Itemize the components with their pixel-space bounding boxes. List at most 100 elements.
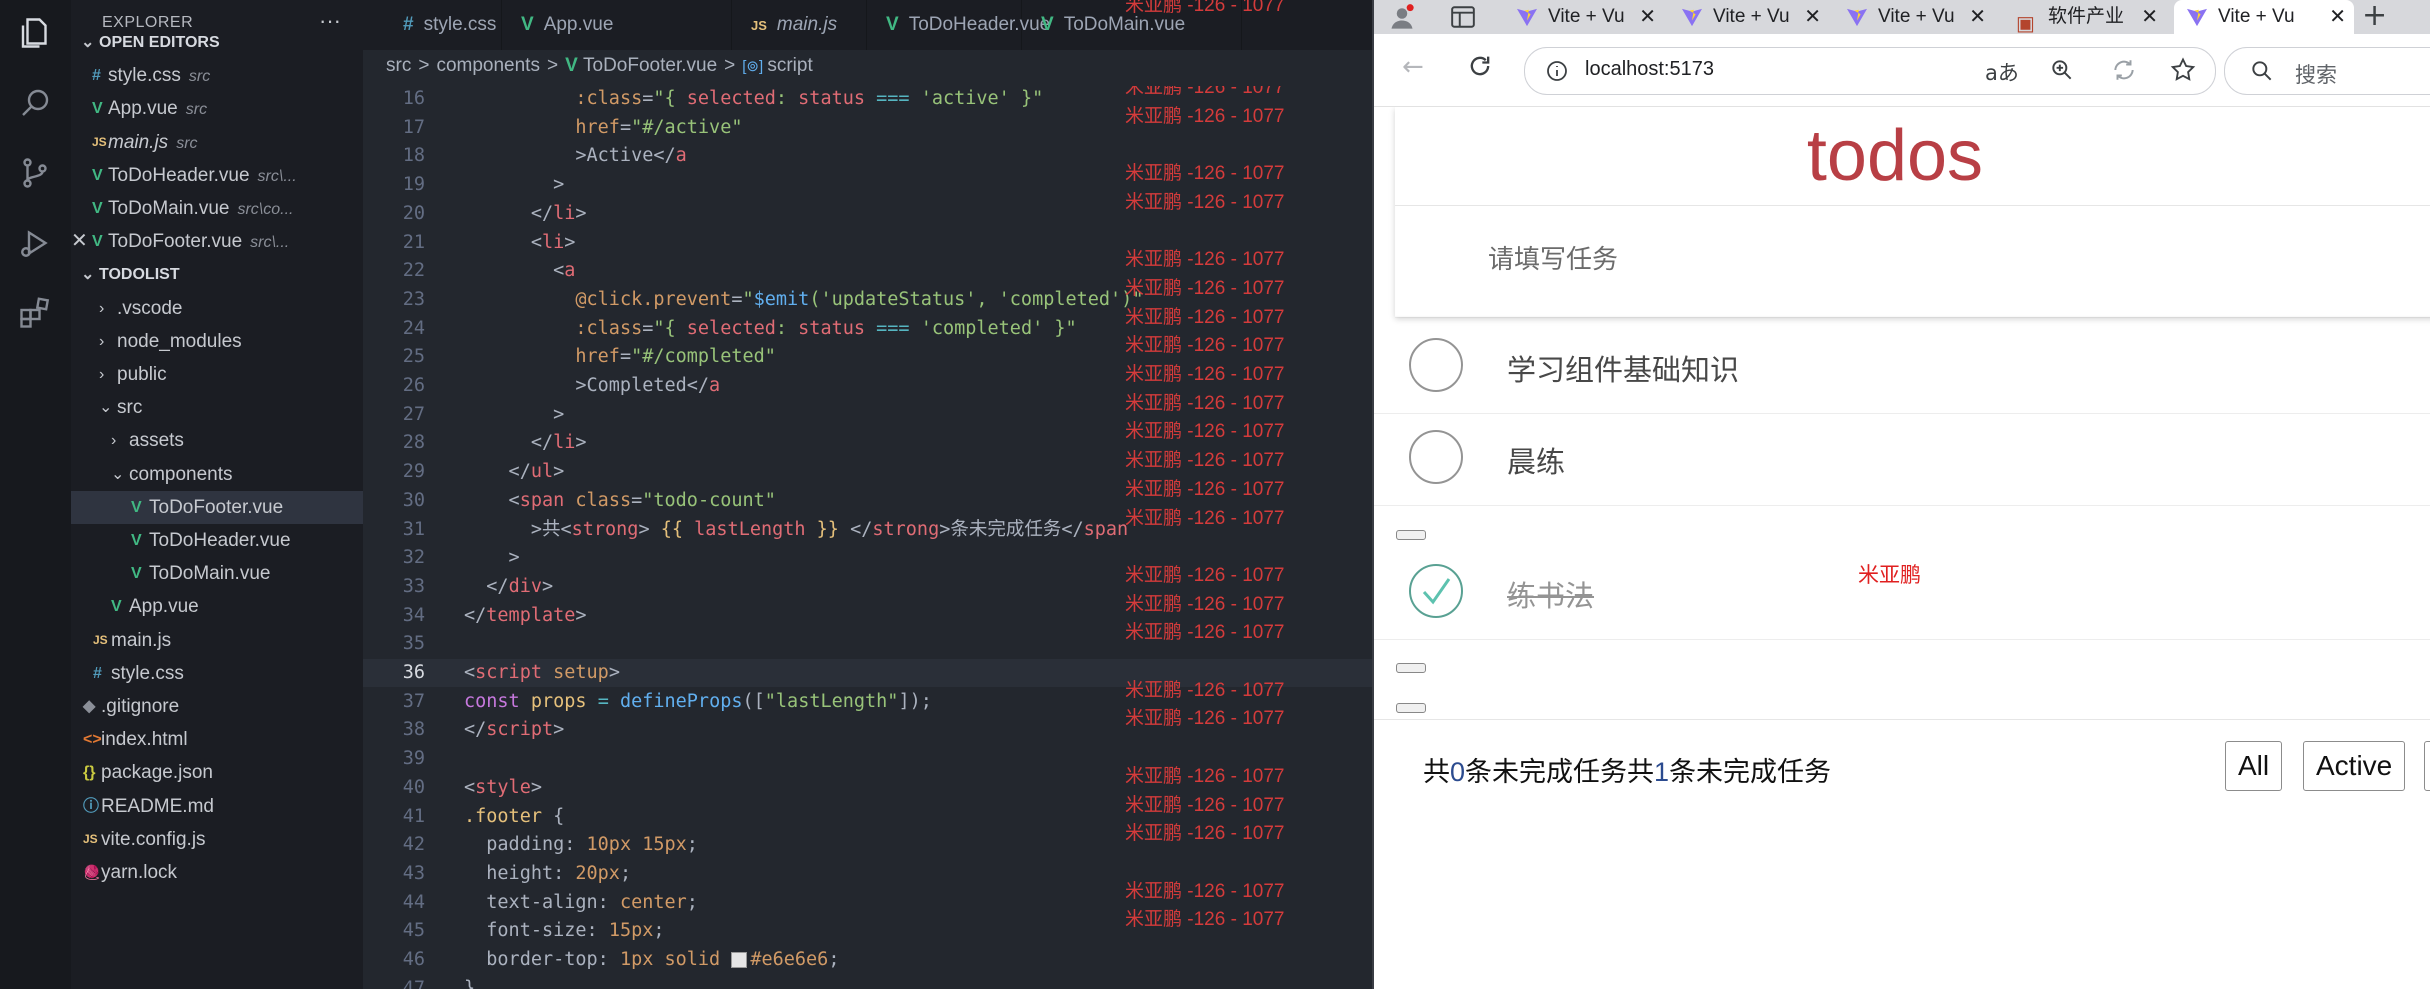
search-box[interactable]: 搜索	[2224, 47, 2430, 95]
tree-item[interactable]: JS vite.config.js	[71, 823, 363, 856]
editor-tab[interactable]: V App.vue	[503, 0, 732, 50]
code-text: >Active</a	[464, 145, 687, 167]
close-editor-icon[interactable]: ✕	[71, 225, 88, 258]
section-header[interactable]: ⌄ OPEN EDITORS	[71, 26, 363, 59]
browser-tab[interactable]: ▣ 软件产业 ✕	[2004, 0, 2166, 34]
breadcrumb-item[interactable]: components	[436, 55, 540, 76]
open-editor-item[interactable]: V ToDoHeader.vue src\...	[71, 159, 363, 192]
explorer-icon[interactable]	[14, 12, 56, 54]
filter-all-button[interactable]: All	[2225, 741, 2283, 791]
checked-toggle-icon[interactable]	[1409, 564, 1463, 618]
vue-file-icon: V	[111, 598, 122, 616]
refresh-icon[interactable]	[1466, 52, 1494, 87]
breadcrumb-item[interactable]: script	[767, 55, 812, 76]
tree-item[interactable]: {} package.json	[71, 756, 363, 789]
run-debug-icon[interactable]	[14, 222, 56, 264]
favorite-star-icon[interactable]	[2169, 56, 2197, 88]
breadcrumb-item[interactable]: ToDoFooter.vue	[583, 55, 717, 76]
toggle-circle[interactable]	[1409, 430, 1463, 484]
code-line[interactable]: 42 padding: 10px 15px; 米亚鹏 -126 - 1077	[363, 823, 1372, 859]
code-text: <style>	[464, 776, 542, 798]
file-name: ToDoFooter.vue	[149, 496, 284, 518]
tree-item[interactable]: V ToDoMain.vue	[71, 557, 363, 590]
code-line[interactable]: 20 </li> 米亚鹏 -126 - 1077	[363, 192, 1372, 228]
browser-tab[interactable]: Vite + Vu ✕	[1669, 0, 1829, 34]
code-token: selected	[686, 88, 776, 109]
zoom-icon[interactable]	[2049, 57, 2075, 87]
watermark-text: 米亚鹏 -126 - 1077	[1125, 593, 1285, 615]
extensions-icon[interactable]	[14, 292, 56, 334]
browser-tab[interactable]: Vite + Vu ✕	[1504, 0, 1664, 34]
code-line[interactable]: 31 >共<strong> {{ lastLength }} </strong>…	[363, 508, 1372, 544]
tree-item[interactable]: JS main.js	[71, 624, 363, 657]
small-control[interactable]	[1396, 530, 1426, 540]
tree-item[interactable]: › .vscode	[71, 292, 363, 325]
back-icon[interactable]: ←	[1402, 52, 1424, 82]
code-line[interactable]: 35 米亚鹏 -126 - 1077	[363, 622, 1372, 658]
open-editor-item[interactable]: JS main.js src	[71, 126, 363, 159]
todo-footer: 共0条未完成任务共1条未完成任务 All Active	[1374, 719, 2430, 810]
close-tab-icon[interactable]: ✕	[1639, 0, 1656, 34]
source-control-icon[interactable]	[14, 152, 56, 194]
filter-completed-button[interactable]	[2424, 741, 2430, 791]
close-tab-icon[interactable]: ✕	[2141, 0, 2158, 34]
close-tab-icon[interactable]: ✕	[1804, 0, 1821, 34]
section-header[interactable]: ⌄ TODOLIST	[71, 258, 363, 291]
editor-tab[interactable]: # style.css	[385, 0, 502, 50]
file-name: ToDoMain.vue	[108, 198, 230, 219]
breadcrumb-item[interactable]: src	[386, 55, 411, 76]
code-line[interactable]: 38 </script> 米亚鹏 -126 - 1077	[363, 708, 1372, 744]
search-icon	[2249, 58, 2275, 88]
code-line[interactable]: 46 border-top: 1px solid #e6e6e6;	[363, 946, 1372, 974]
small-control[interactable]	[1396, 663, 1426, 673]
close-tab-icon[interactable]: ✕	[1969, 0, 1986, 34]
tree-item[interactable]: <> index.html	[71, 723, 363, 756]
code-line[interactable]: 17 href="#/active" 米亚鹏 -126 - 1077	[363, 106, 1372, 142]
profile-icon[interactable]	[1388, 3, 1416, 35]
site-info-icon[interactable]	[1545, 59, 1569, 87]
open-editor-item[interactable]: V App.vue src	[71, 92, 363, 125]
tree-item[interactable]: V ToDoFooter.vue	[71, 490, 363, 524]
close-tab-icon[interactable]: ✕	[2329, 0, 2346, 34]
editor-tab[interactable]: JS main.js	[733, 0, 867, 50]
open-editor-item[interactable]: # style.css src	[71, 59, 363, 92]
toggle-circle[interactable]	[1409, 338, 1463, 392]
tree-item[interactable]: ⌄ components	[71, 458, 363, 491]
tree-item[interactable]: V App.vue	[71, 590, 363, 623]
read-aloud-icon[interactable]: aあ	[1985, 57, 2019, 87]
tree-item[interactable]: › public	[71, 358, 363, 391]
code-view[interactable]: 16 :class="{ selected: status === 'activ…	[363, 86, 1372, 989]
code-line[interactable]: 45 font-size: 15px; 米亚鹏 -126 - 1077	[363, 909, 1372, 945]
code-text: </div>	[464, 575, 554, 597]
open-editor-item[interactable]: V ToDoMain.vue src\co...	[71, 192, 363, 225]
browser-tab[interactable]: Vite + Vu ✕	[1834, 0, 1994, 34]
code-line[interactable]: 47}	[363, 975, 1372, 989]
filter-active-button[interactable]: Active	[2303, 741, 2406, 791]
todo-item[interactable]: 晨练	[1374, 413, 2430, 506]
address-bar[interactable]: localhost:5173 aあ	[1524, 47, 2216, 95]
tree-item[interactable]: › node_modules	[71, 325, 363, 358]
code-token: status	[798, 88, 865, 109]
color-swatch[interactable]	[731, 952, 748, 968]
search-icon[interactable]	[14, 82, 56, 124]
tab-actions-icon[interactable]	[1450, 5, 1476, 33]
tree-item[interactable]: › assets	[71, 424, 363, 457]
browser-tab-title: 软件产业	[2048, 6, 2125, 27]
tree-item[interactable]: ◆ .gitignore	[71, 690, 363, 723]
tree-item[interactable]: V ToDoHeader.vue	[71, 524, 363, 557]
code-text: href="#/active"	[575, 116, 743, 138]
tree-item[interactable]: ⌄ src	[71, 391, 363, 424]
tree-item[interactable]: 🧶 yarn.lock	[71, 856, 363, 889]
tree-item[interactable]: ⓘ README.md	[71, 790, 363, 823]
new-tab-button[interactable]: +	[2362, 0, 2387, 33]
open-editor-item[interactable]: ✕ V ToDoFooter.vue src\...	[71, 225, 363, 258]
chevron-down-icon: ⌄	[111, 465, 125, 483]
editor-tab[interactable]: V ToDoHeader.vue	[868, 0, 1050, 50]
browser-tab[interactable]: Vite + Vu ✕	[2174, 0, 2354, 34]
todo-item[interactable]: 学习组件基础知识	[1374, 321, 2430, 414]
new-todo-input[interactable]: 请填写任务	[1395, 205, 2430, 318]
tree-item[interactable]: # style.css	[71, 657, 363, 690]
sync-icon[interactable]	[2111, 57, 2137, 87]
small-control[interactable]	[1396, 703, 1426, 713]
file-name: ToDoFooter.vue	[108, 231, 243, 253]
